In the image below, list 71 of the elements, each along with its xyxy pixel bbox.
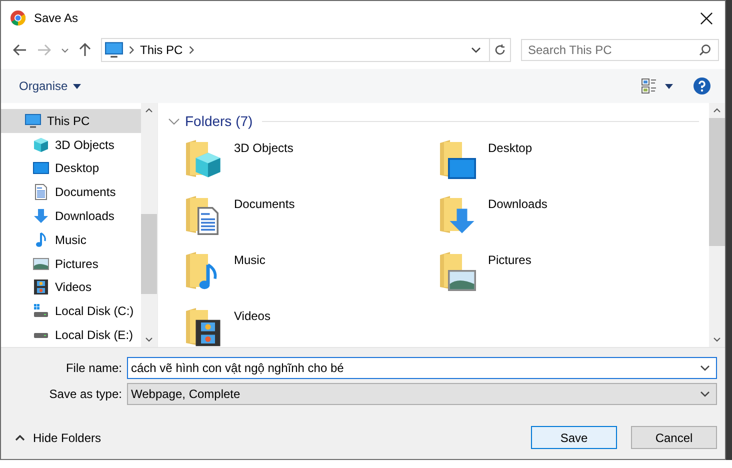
landscape-picture-icon [33,258,49,270]
folder-item[interactable]: Documents [184,195,438,235]
sidebar-item[interactable]: Downloads [1,204,141,228]
breadcrumb[interactable]: This PC [140,43,183,57]
cancel-button[interactable]: Cancel [631,426,717,449]
close-icon[interactable] [700,12,713,24]
sidebar-item[interactable]: Videos [1,276,141,300]
sidebar-item[interactable]: Local Disk (C:) [1,299,141,324]
caret-icon[interactable] [700,365,710,371]
scroll-down-icon[interactable] [145,337,153,342]
down-arrow-icon [33,208,49,224]
monitor-icon [33,162,49,174]
file-name-field[interactable]: cách vẽ hình con vật ngộ nghĩnh cho bé [127,357,717,379]
caret-icon[interactable] [471,47,481,53]
film-strip-icon [194,319,222,347]
landscape-picture-icon [448,270,476,291]
cube-icon [194,151,222,179]
film-strip-icon [33,279,49,296]
hide-folders-button[interactable]: Hide Folders [15,430,102,444]
organise-menu-button[interactable]: Organise [19,79,81,93]
chevron-icon [188,46,194,54]
folder-item[interactable]: 3D Objects [184,139,438,179]
window-title: Save As [34,11,78,25]
sidebar-item[interactable]: Local Disk (E:) [1,323,141,347]
file-name-label: File name: [64,361,123,375]
view-layout-icon [641,78,657,94]
chevron-icon [129,46,134,54]
scrollbar-thumb[interactable] [709,118,725,246]
scroll-up-icon[interactable] [145,108,153,113]
folder-item[interactable]: Desktop [438,139,692,179]
address-field[interactable]: This PC [101,38,511,62]
save-type-dropdown[interactable]: Webpage, Complete [127,383,717,405]
sidebar-item[interactable]: Music [1,228,141,252]
cube-icon [33,136,49,153]
caret-icon [72,84,81,88]
refresh-icon [494,44,506,56]
sidebar-item[interactable]: Desktop [1,156,141,180]
music-note-icon [33,232,49,248]
chevron-icon[interactable] [168,118,180,124]
folder-item[interactable]: Videos [184,307,438,347]
caret-icon [15,434,25,440]
caret-icon[interactable] [61,48,69,52]
up-arrow-icon[interactable] [79,43,91,57]
sidebar-item[interactable]: Pictures [1,252,141,276]
computer-icon [25,112,41,129]
help-icon[interactable] [693,77,711,95]
save-button[interactable]: Save [531,426,617,449]
folder-item[interactable]: Pictures [438,251,692,291]
down-arrow-icon [448,207,476,235]
scroll-up-icon[interactable] [713,108,721,113]
computer-icon [105,41,123,59]
sidebar-item[interactable]: This PC [1,109,141,133]
save-type-label: Save as type: [48,387,123,401]
search-icon[interactable] [699,44,711,56]
drive-icon [33,304,49,318]
group-heading: Folders (7) [185,113,253,129]
folder-item[interactable]: Downloads [438,195,692,235]
caret-icon [665,84,673,88]
back-arrow-icon[interactable] [13,44,27,56]
document-icon [33,184,49,200]
monitor-icon [448,158,476,179]
sidebar-item[interactable]: Documents [1,180,141,204]
scroll-down-icon[interactable] [713,337,721,342]
caret-icon [700,391,710,397]
folder-item[interactable]: Music [184,251,438,291]
scrollbar-thumb[interactable] [141,214,157,294]
browser-logo-icon [10,10,26,26]
sidebar-item[interactable]: 3D Objects [1,132,141,157]
view-options-button[interactable] [641,78,673,94]
search-field[interactable]: Search This PC [521,39,719,61]
drive-icon [34,332,48,338]
